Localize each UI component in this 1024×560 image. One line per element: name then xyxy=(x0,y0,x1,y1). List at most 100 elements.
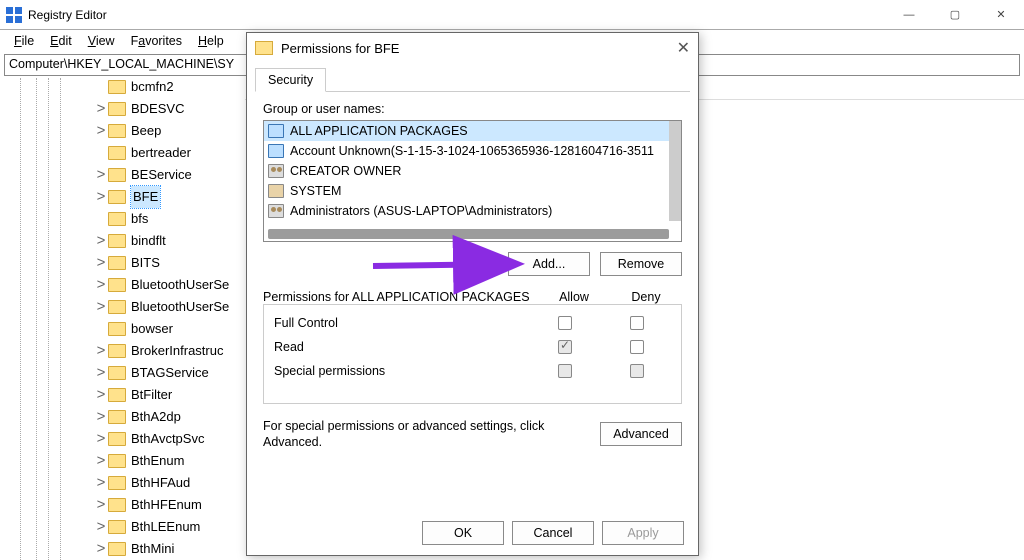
group-listbox[interactable]: ALL APPLICATION PACKAGESAccount Unknown(… xyxy=(263,120,682,242)
tree-item[interactable]: >BITS xyxy=(108,252,245,274)
expand-icon[interactable]: > xyxy=(94,256,108,270)
group-name: Administrators (ASUS-LAPTOP\Administrato… xyxy=(290,204,552,218)
tree-label: BthHFEnum xyxy=(131,494,202,516)
perm-name: Special permissions xyxy=(274,364,529,378)
tree-item[interactable]: >bindflt xyxy=(108,230,245,252)
tree-label: BthA2dp xyxy=(131,406,181,428)
group-item[interactable]: SYSTEM xyxy=(264,181,681,201)
h-scrollbar[interactable] xyxy=(268,229,669,239)
tree-item[interactable]: >BluetoothUserSe xyxy=(108,296,245,318)
tree-label: BtFilter xyxy=(131,384,172,406)
checkbox[interactable] xyxy=(558,340,572,354)
expand-icon[interactable]: > xyxy=(94,124,108,138)
expand-icon[interactable]: > xyxy=(94,410,108,424)
tree-item[interactable]: >BDESVC xyxy=(108,98,245,120)
expand-icon[interactable]: > xyxy=(94,520,108,534)
expand-icon[interactable]: > xyxy=(94,542,108,556)
tree-item[interactable]: >BFE xyxy=(108,186,245,208)
close-button[interactable]: ✕ xyxy=(978,0,1024,30)
tree-label: Beep xyxy=(131,120,161,142)
window-controls: — ▢ ✕ xyxy=(886,0,1024,30)
dialog-tabs: Security xyxy=(255,67,690,92)
expand-icon[interactable]: > xyxy=(94,234,108,248)
folder-icon xyxy=(108,278,126,292)
tree-item[interactable]: >BEService xyxy=(108,164,245,186)
group-item[interactable]: Administrators (ASUS-LAPTOP\Administrato… xyxy=(264,201,681,221)
tab-security[interactable]: Security xyxy=(255,68,326,92)
folder-icon xyxy=(108,80,126,94)
add-button[interactable]: Add... xyxy=(508,252,590,276)
tree-label: BluetoothUserSe xyxy=(131,274,229,296)
menu-help[interactable]: Help xyxy=(190,32,232,50)
dialog-titlebar[interactable]: Permissions for BFE ✕ xyxy=(247,33,698,63)
folder-icon xyxy=(108,542,126,556)
group-item[interactable]: ALL APPLICATION PACKAGES xyxy=(264,121,681,141)
expand-icon[interactable]: > xyxy=(94,498,108,512)
tree-item[interactable]: >BluetoothUserSe xyxy=(108,274,245,296)
principal-icon xyxy=(268,144,284,158)
expand-icon[interactable]: > xyxy=(94,388,108,402)
tree-label: BFE xyxy=(131,186,160,208)
expand-icon[interactable]: > xyxy=(94,454,108,468)
tree-item[interactable]: bcmfn2 xyxy=(108,78,245,98)
titlebar: Registry Editor — ▢ ✕ xyxy=(0,0,1024,30)
tree-label: bowser xyxy=(131,318,173,340)
expand-icon[interactable]: > xyxy=(94,366,108,380)
advanced-button[interactable]: Advanced xyxy=(600,422,682,446)
checkbox[interactable] xyxy=(630,316,644,330)
tree-item[interactable]: >BthLEEnum xyxy=(108,516,245,538)
tree-item[interactable]: >BthAvctpSvc xyxy=(108,428,245,450)
tree-label: bcmfn2 xyxy=(131,78,174,98)
folder-icon xyxy=(108,168,126,182)
group-item[interactable]: Account Unknown(S-1-15-3-1024-1065365936… xyxy=(264,141,681,161)
tree-item[interactable]: bfs xyxy=(108,208,245,230)
tree-label: BITS xyxy=(131,252,160,274)
menu-favorites[interactable]: Favorites xyxy=(123,32,190,50)
perm-name: Full Control xyxy=(274,316,529,330)
menu-file[interactable]: File xyxy=(6,32,42,50)
tree-item[interactable]: bertreader xyxy=(108,142,245,164)
perm-row: Full Control xyxy=(274,311,673,335)
expand-icon[interactable]: > xyxy=(94,102,108,116)
expand-icon[interactable]: > xyxy=(94,344,108,358)
expand-icon[interactable]: > xyxy=(94,432,108,446)
tree-item[interactable]: >BthMini xyxy=(108,538,245,560)
checkbox[interactable] xyxy=(630,340,644,354)
expand-icon[interactable]: > xyxy=(94,300,108,314)
expand-icon[interactable]: > xyxy=(94,278,108,292)
tree-label: BthMini xyxy=(131,538,174,560)
tree-item[interactable]: >Beep xyxy=(108,120,245,142)
checkbox[interactable] xyxy=(558,316,572,330)
tree-item[interactable]: >BthHFAud xyxy=(108,472,245,494)
tree-item[interactable]: >BthHFEnum xyxy=(108,494,245,516)
expand-icon[interactable]: > xyxy=(94,190,108,204)
allow-label: Allow xyxy=(538,290,610,304)
advanced-text: For special permissions or advanced sett… xyxy=(263,418,592,451)
tree-item[interactable]: bowser xyxy=(108,318,245,340)
expand-icon[interactable]: > xyxy=(94,168,108,182)
expand-icon[interactable]: > xyxy=(94,476,108,490)
maximize-button[interactable]: ▢ xyxy=(932,0,978,30)
perm-row: Read xyxy=(274,335,673,359)
group-item[interactable]: CREATOR OWNER xyxy=(264,161,681,181)
folder-icon xyxy=(108,476,126,490)
checkbox[interactable] xyxy=(558,364,572,378)
tree-item[interactable]: >BthA2dp xyxy=(108,406,245,428)
tree-item[interactable]: >BthEnum xyxy=(108,450,245,472)
tree-item[interactable]: >BtFilter xyxy=(108,384,245,406)
folder-icon xyxy=(108,432,126,446)
apply-button[interactable]: Apply xyxy=(602,521,684,545)
dialog-close-icon[interactable]: ✕ xyxy=(677,38,690,58)
menu-edit[interactable]: Edit xyxy=(42,32,80,50)
tree-item[interactable]: >BrokerInfrastruc xyxy=(108,340,245,362)
perm-row: Special permissions xyxy=(274,359,673,383)
checkbox[interactable] xyxy=(630,364,644,378)
menu-view[interactable]: View xyxy=(80,32,123,50)
tree-pane[interactable]: bcmfn2>BDESVC>Beepbertreader>BEService>B… xyxy=(0,78,245,560)
ok-button[interactable]: OK xyxy=(422,521,504,545)
minimize-button[interactable]: — xyxy=(886,0,932,30)
tree-item[interactable]: >BTAGService xyxy=(108,362,245,384)
scrollbar[interactable] xyxy=(669,121,681,221)
remove-button[interactable]: Remove xyxy=(600,252,682,276)
cancel-button[interactable]: Cancel xyxy=(512,521,594,545)
